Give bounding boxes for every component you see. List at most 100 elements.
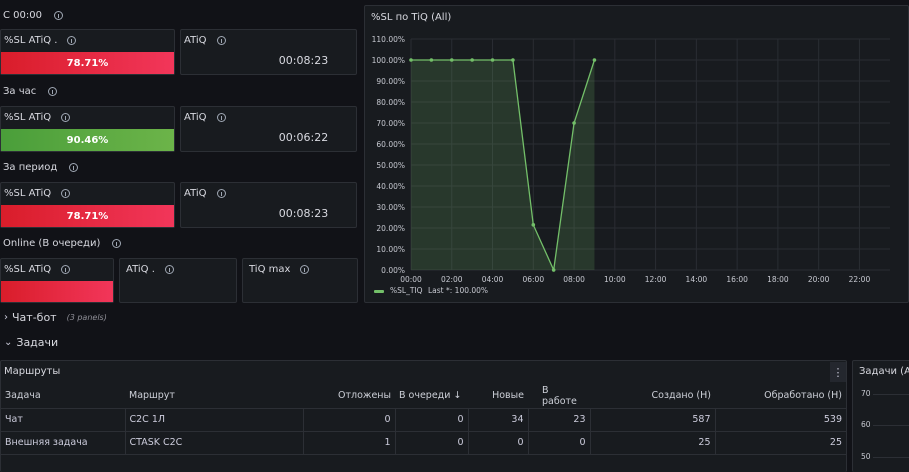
cell-task: Внешняя задача	[1, 431, 126, 455]
routes-panel[interactable]: Маршруты ⋮ Задача Маршрут Отложены В оче…	[0, 360, 847, 472]
cell-in-work: 0	[528, 431, 591, 455]
column-header-sorted[interactable]: В очереди ↓	[395, 384, 468, 409]
y-tick: 60	[861, 420, 871, 429]
row-meta: (3 panels)	[66, 313, 107, 322]
row-title: Задачи	[16, 336, 59, 349]
panel-title: %SL ATiQ	[4, 188, 52, 199]
y-tick-label: 40.00%	[376, 182, 405, 191]
sl-value-bar: 78.71%	[1, 205, 174, 227]
x-tick-label: 02:00	[441, 275, 463, 284]
cell-postponed: 1	[303, 431, 396, 455]
panel-title: %SL ATiQ .	[4, 35, 58, 46]
column-header[interactable]: Маршрут	[125, 384, 303, 409]
stat-panel-sl-atiq-2[interactable]: %SL ATiQ 90.46%	[0, 106, 175, 152]
x-tick-label: 08:00	[563, 275, 585, 284]
info-icon[interactable]	[216, 36, 226, 45]
info-icon[interactable]	[300, 265, 310, 274]
stat-panel-atiq-2[interactable]: ATiQ 00:06:22	[180, 106, 357, 152]
sort-arrow-down-icon: ↓	[453, 390, 462, 402]
legend-label: %SL_TIQ	[390, 286, 423, 295]
row-tasks[interactable]: ⌄ Задачи	[4, 336, 58, 349]
panel-title: ATiQ .	[126, 264, 155, 275]
sl-value: 90.46%	[66, 134, 109, 146]
tasks-all-panel[interactable]: Задачи (All) 70 60 50	[852, 360, 909, 472]
sl-tiq-chart-panel[interactable]: %SL по TiQ (All) 0.00% 10.00% 20.00% 30.00%…	[364, 5, 909, 303]
stat-panel-atiq-3[interactable]: ATiQ 00:08:23	[180, 182, 357, 228]
y-tick: 70	[861, 389, 871, 398]
stat-panel-tiq-max[interactable]: TiQ max	[242, 258, 358, 303]
info-icon[interactable]	[164, 265, 174, 274]
info-icon[interactable]	[48, 87, 58, 96]
info-icon[interactable]	[61, 113, 71, 122]
sl-value: 78.71%	[66, 210, 109, 222]
x-tick-label: 06:00	[522, 275, 544, 284]
column-label: В очереди	[399, 390, 451, 402]
grid-line	[873, 394, 909, 395]
table-header-row: Задача Маршрут Отложены В очереди ↓ Новы…	[1, 384, 846, 409]
info-icon[interactable]	[53, 11, 63, 20]
column-header[interactable]: Создано (Н)	[590, 384, 715, 409]
column-header[interactable]: В работе	[528, 384, 590, 409]
sl-value-bar: 78.71%	[1, 52, 174, 74]
column-header[interactable]: Задача	[1, 384, 125, 409]
cell-task: Чат	[1, 408, 126, 432]
column-header[interactable]: Обработано (Н)	[715, 384, 846, 409]
chevron-right-icon: ›	[4, 312, 8, 323]
stat-panel-atiq-online[interactable]: ATiQ .	[119, 258, 237, 303]
sl-value-bar	[1, 281, 113, 302]
cell-created: 25	[590, 431, 716, 455]
stat-panel-sl-atiq-3[interactable]: %SL ATiQ 78.71%	[0, 182, 175, 228]
section-per-hour: За час	[3, 86, 58, 97]
chevron-down-icon: ⌄	[4, 337, 13, 348]
section-per-period: За период	[3, 162, 79, 173]
panel-title: ATiQ	[184, 188, 207, 199]
data-point	[551, 268, 556, 272]
cell-new: 0	[468, 431, 529, 455]
y-tick-label: 100.00%	[372, 56, 405, 65]
x-tick-label: 16:00	[726, 275, 748, 284]
column-header[interactable]: Новые	[468, 384, 528, 409]
section-online: Online (В очереди)	[3, 238, 122, 249]
info-icon[interactable]	[61, 265, 71, 274]
info-icon[interactable]	[67, 36, 77, 45]
panel-menu-icon[interactable]: ⋮	[830, 362, 846, 382]
x-tick-label: 22:00	[849, 275, 871, 284]
legend-stat: Last *: 100.00%	[428, 286, 488, 295]
info-icon[interactable]	[216, 189, 226, 198]
data-point	[572, 121, 576, 125]
data-point	[592, 58, 597, 62]
panel-title: ATiQ	[184, 112, 207, 123]
column-header[interactable]: Отложены	[303, 384, 395, 409]
stat-panel-sl-atiq-online[interactable]: %SL ATiQ	[0, 258, 114, 303]
row-title: Чат-бот	[12, 311, 57, 324]
x-tick-label: 20:00	[808, 275, 830, 284]
info-icon[interactable]	[216, 113, 226, 122]
grid-line	[873, 457, 909, 458]
data-point	[429, 58, 434, 62]
info-icon[interactable]	[112, 239, 122, 248]
atiq-value: 00:08:23	[278, 54, 329, 67]
routes-table: Задача Маршрут Отложены В очереди ↓ Новы…	[1, 384, 846, 455]
data-point	[470, 58, 474, 62]
y-tick-label: 70.00%	[376, 119, 405, 128]
x-tick-label: 18:00	[767, 275, 789, 284]
x-tick-label: 00:00	[400, 275, 422, 284]
table-row[interactable]: Чат C2C 1Л 0 0 34 23 587 539	[1, 408, 846, 432]
info-icon[interactable]	[61, 189, 71, 198]
section-label: Online (В очереди)	[3, 238, 101, 249]
cell-processed: 25	[715, 431, 846, 455]
grid-line	[873, 425, 909, 426]
cell-created: 587	[590, 408, 716, 432]
data-point	[531, 223, 536, 227]
y-tick-label: 0.00%	[381, 266, 405, 275]
stat-panel-sl-atiq-1[interactable]: %SL ATiQ . 78.71%	[0, 29, 175, 75]
cell-queue: 0	[395, 431, 469, 455]
row-chatbot[interactable]: › Чат-бот (3 panels)	[4, 311, 107, 324]
info-icon[interactable]	[69, 163, 79, 172]
sl-value: 78.71%	[66, 57, 109, 69]
data-point	[449, 58, 454, 62]
table-row[interactable]: Внешняя задача CTASK C2C 1 0 0 0 25 25	[1, 431, 846, 455]
y-tick-label: 20.00%	[376, 224, 405, 233]
x-tick-label: 14:00	[686, 275, 708, 284]
stat-panel-atiq-1[interactable]: ATiQ 00:08:23	[180, 29, 357, 75]
